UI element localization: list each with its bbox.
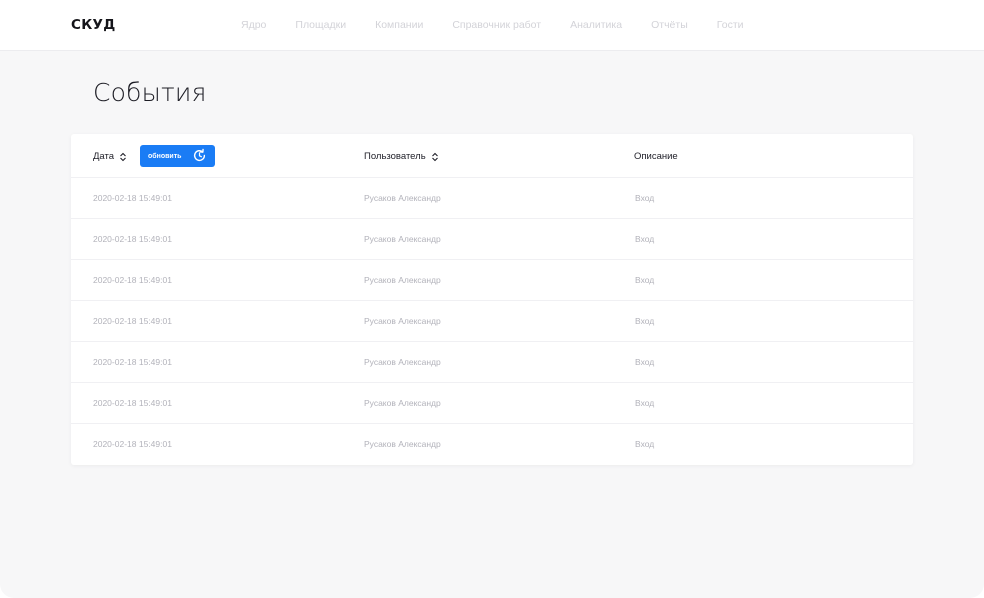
table-row[interactable]: 2020-02-18 15:49:01 Русаков Александр Вх…: [71, 342, 913, 383]
refresh-icon: [193, 148, 206, 162]
column-header-date-label: Дата: [93, 151, 115, 162]
cell-user: Русаков Александр: [364, 275, 441, 285]
cell-date: 2020-02-18 15:49:01: [93, 234, 172, 244]
nav-item-core[interactable]: Ядро: [241, 19, 266, 31]
nav-item-reports[interactable]: Отчёты: [651, 19, 688, 31]
sort-icon[interactable]: [119, 152, 127, 162]
nav-item-analytics[interactable]: Аналитика: [570, 19, 622, 31]
column-header-user-label: Пользователь: [364, 151, 426, 162]
table-header: Дата обновить Пользователь Описание: [71, 134, 913, 178]
nav-item-works-directory[interactable]: Справочник работ: [452, 19, 541, 31]
page-title: События: [93, 78, 207, 107]
refresh-button[interactable]: обновить: [140, 145, 215, 167]
cell-description: Вход: [635, 398, 655, 408]
table-row[interactable]: 2020-02-18 15:49:01 Русаков Александр Вх…: [71, 383, 913, 424]
cell-user: Русаков Александр: [364, 316, 441, 326]
cell-user: Русаков Александр: [364, 234, 441, 244]
nav-item-sites[interactable]: Площадки: [295, 19, 346, 31]
cell-date: 2020-02-18 15:49:01: [93, 193, 172, 203]
cell-description: Вход: [635, 193, 655, 203]
app-logo[interactable]: СКУД: [71, 17, 116, 33]
cell-user: Русаков Александр: [364, 357, 441, 367]
cell-date: 2020-02-18 15:49:01: [93, 357, 172, 367]
sort-icon[interactable]: [431, 152, 439, 162]
cell-user: Русаков Александр: [364, 439, 441, 449]
cell-date: 2020-02-18 15:49:01: [93, 275, 172, 285]
cell-date: 2020-02-18 15:49:01: [93, 316, 172, 326]
page-background: СКУД Ядро Площадки Компании Справочник р…: [0, 0, 984, 598]
nav-item-companies[interactable]: Компании: [375, 19, 423, 31]
nav-item-guests[interactable]: Гости: [717, 19, 744, 31]
table-row[interactable]: 2020-02-18 15:49:01 Русаков Александр Вх…: [71, 178, 913, 219]
cell-description: Вход: [635, 357, 655, 367]
cell-date: 2020-02-18 15:49:01: [93, 398, 172, 408]
cell-user: Русаков Александр: [364, 193, 441, 203]
main-nav: Ядро Площадки Компании Справочник работ …: [241, 19, 773, 31]
cell-description: Вход: [635, 275, 655, 285]
refresh-button-label: обновить: [148, 152, 182, 160]
column-header-user[interactable]: Пользователь: [364, 151, 439, 162]
cell-date: 2020-02-18 15:49:01: [93, 439, 172, 449]
column-header-date[interactable]: Дата: [93, 151, 127, 162]
events-table: Дата обновить Пользователь Описание 2020…: [71, 134, 913, 465]
cell-user: Русаков Александр: [364, 398, 441, 408]
table-row[interactable]: 2020-02-18 15:49:01 Русаков Александр Вх…: [71, 301, 913, 342]
top-navigation-bar: СКУД Ядро Площадки Компании Справочник р…: [0, 0, 984, 51]
table-row[interactable]: 2020-02-18 15:49:01 Русаков Александр Вх…: [71, 424, 913, 465]
column-header-description-label: Описание: [634, 151, 678, 162]
cell-description: Вход: [635, 439, 655, 449]
cell-description: Вход: [635, 234, 655, 244]
column-header-description: Описание: [634, 151, 678, 162]
cell-description: Вход: [635, 316, 655, 326]
table-row[interactable]: 2020-02-18 15:49:01 Русаков Александр Вх…: [71, 219, 913, 260]
table-row[interactable]: 2020-02-18 15:49:01 Русаков Александр Вх…: [71, 260, 913, 301]
